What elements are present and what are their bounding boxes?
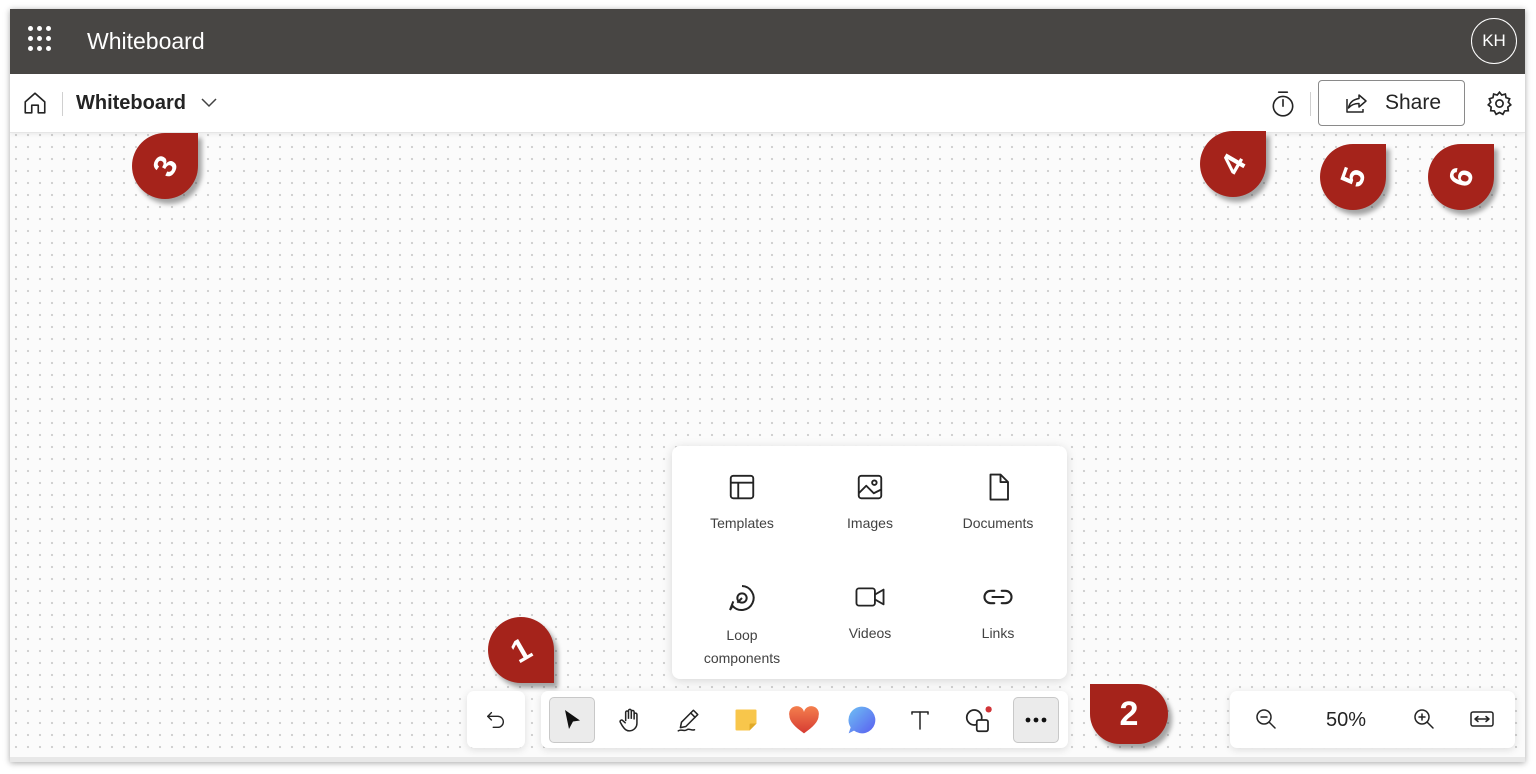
image-icon — [857, 474, 883, 500]
insert-documents-label: Documents — [962, 515, 1034, 531]
fit-screen-icon — [1470, 711, 1494, 727]
sticky-note-tool[interactable] — [723, 697, 769, 743]
heart-icon — [789, 706, 819, 734]
insert-videos-label: Videos — [848, 625, 892, 641]
gear-icon[interactable] — [1486, 90, 1513, 117]
marker-4: 4 — [1200, 131, 1272, 203]
marker-6: 6 — [1428, 144, 1500, 216]
more-tools-button[interactable] — [1013, 697, 1059, 743]
timer-icon[interactable] — [1270, 90, 1296, 118]
sticky-note-icon — [735, 709, 757, 731]
insert-links[interactable]: Links — [938, 582, 1058, 645]
document-icon — [989, 473, 1009, 501]
share-icon — [1346, 94, 1367, 113]
insert-templates-label: Templates — [710, 515, 774, 531]
app-window: Whiteboard KH Whiteboard Share 3 4 5 6 1… — [10, 9, 1525, 762]
text-tool[interactable] — [897, 697, 943, 743]
tool-bar — [541, 691, 1068, 748]
marker-3: 3 — [132, 133, 204, 205]
insert-links-label: Links — [981, 625, 1015, 641]
shapes-tool[interactable] — [955, 697, 1001, 743]
link-icon — [983, 589, 1013, 605]
app-bar: Whiteboard KH — [10, 9, 1525, 74]
select-tool[interactable] — [549, 697, 595, 743]
marker-2: 2 — [1090, 684, 1168, 756]
insert-templates[interactable]: Templates — [682, 472, 802, 535]
pan-tool[interactable] — [607, 697, 653, 743]
home-icon[interactable] — [22, 90, 48, 116]
zoom-out-icon — [1256, 709, 1276, 729]
undo-icon — [487, 711, 504, 728]
insert-images[interactable]: Images — [810, 472, 930, 535]
zoom-controls: 50% — [1230, 691, 1515, 748]
more-icon — [1025, 717, 1047, 723]
undo-button[interactable] — [467, 691, 525, 748]
insert-menu: Templates Images Documents Loop componen… — [672, 446, 1067, 679]
app-title: Whiteboard — [87, 28, 205, 54]
fit-to-screen-button[interactable] — [1468, 705, 1496, 733]
app-launcher-icon[interactable] — [28, 26, 54, 52]
insert-images-label: Images — [847, 515, 893, 531]
divider — [1310, 92, 1311, 116]
bottom-edge — [10, 757, 1525, 762]
pen-icon — [677, 709, 699, 732]
shapes-icon — [965, 706, 992, 733]
pen-tool[interactable] — [665, 697, 711, 743]
zoom-in-button[interactable] — [1410, 705, 1438, 733]
zoom-in-icon — [1414, 709, 1434, 729]
comment-icon — [848, 706, 876, 734]
pointer-icon — [565, 710, 580, 729]
zoom-level[interactable]: 50% — [1318, 709, 1374, 732]
chevron-down-icon[interactable] — [200, 96, 218, 110]
share-button[interactable]: Share — [1318, 80, 1465, 126]
share-label: Share — [1385, 91, 1442, 114]
avatar[interactable]: KH — [1471, 18, 1517, 64]
text-icon — [911, 711, 929, 730]
insert-documents[interactable]: Documents — [938, 472, 1058, 535]
comment-tool[interactable] — [839, 697, 885, 743]
board-header: Whiteboard Share — [10, 74, 1525, 133]
insert-loop-label: Loop components — [703, 627, 781, 666]
video-icon — [855, 587, 885, 607]
hand-icon — [619, 708, 638, 732]
reactions-tool[interactable] — [781, 697, 827, 743]
marker-5: 5 — [1320, 144, 1392, 216]
insert-loop-components[interactable]: Loop components — [682, 582, 802, 670]
zoom-out-button[interactable] — [1252, 705, 1280, 733]
templates-icon — [729, 474, 755, 500]
marker-1: 1 — [488, 617, 560, 689]
divider — [62, 92, 63, 116]
insert-videos[interactable]: Videos — [810, 582, 930, 645]
loop-icon — [729, 585, 755, 611]
board-name[interactable]: Whiteboard — [76, 92, 186, 115]
